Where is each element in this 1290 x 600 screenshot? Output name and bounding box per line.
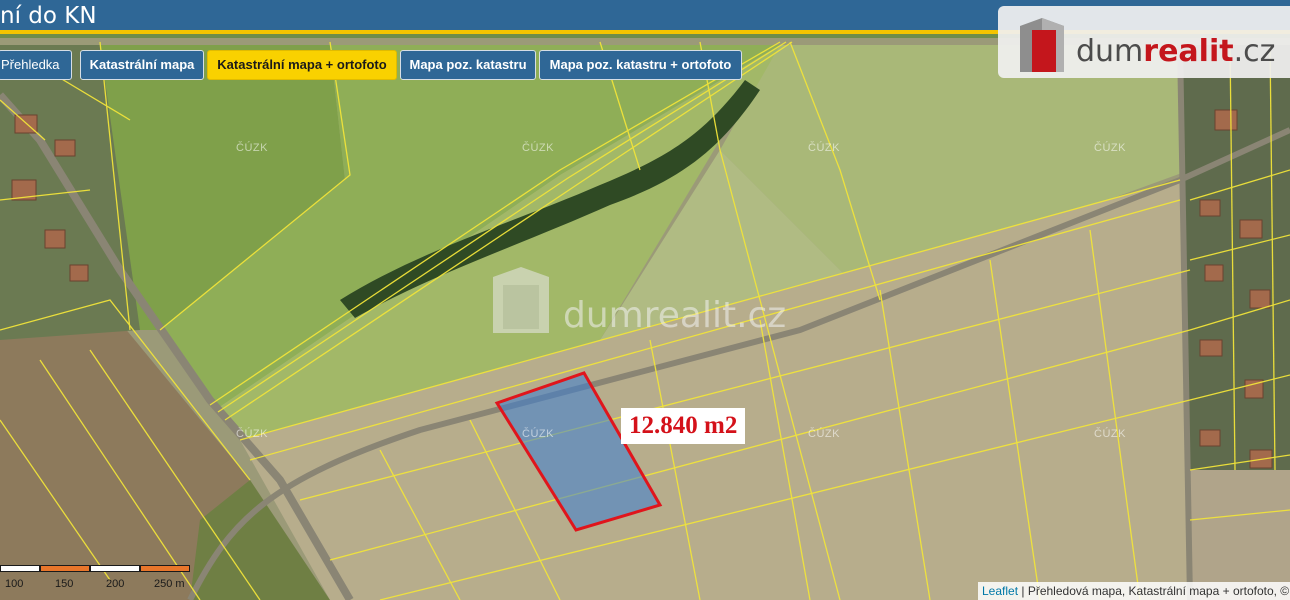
scale-label: 250 m	[154, 578, 185, 590]
scale-label: 100	[5, 578, 24, 590]
cuzk-label: ČÚZK	[522, 428, 554, 440]
brand-name-prefix: dum	[1076, 34, 1144, 69]
tab-mapa-poz-katastru[interactable]: Mapa poz. katastru	[400, 50, 536, 80]
cuzk-label: ČÚZK	[1094, 428, 1126, 440]
cuzk-label: ČÚZK	[522, 142, 554, 154]
tab-prehledka[interactable]: Přehledka	[0, 50, 72, 80]
brand-logo: dumrealit.cz	[998, 6, 1290, 78]
tab-katastralni-mapa[interactable]: Katastrální mapa	[80, 50, 204, 80]
parcel-area-label: 12.840 m2	[621, 408, 746, 444]
scale-label: 200	[106, 578, 125, 590]
brand-name-suffix: .cz	[1233, 34, 1276, 69]
map-attribution: Leaflet | Přehledová mapa, Katastrální m…	[978, 582, 1290, 600]
tab-katastralni-mapa-ortofoto[interactable]: Katastrální mapa + ortofoto	[207, 50, 397, 80]
leaflet-link[interactable]: Leaflet	[982, 584, 1018, 598]
cuzk-label: ČÚZK	[1094, 142, 1126, 154]
map-scale: 100 150 200 250 m	[0, 565, 200, 600]
attribution-text: Přehledová mapa, Katastrální mapa + orto…	[1027, 584, 1290, 598]
brand-name: dumrealit.cz	[1076, 35, 1275, 69]
cuzk-label: ČÚZK	[808, 428, 840, 440]
building-logo-icon	[493, 267, 549, 333]
scale-label: 150	[55, 578, 74, 590]
watermark-text: dumrealit.cz	[563, 295, 787, 336]
building-logo-icon	[1020, 18, 1064, 72]
scale-segment	[0, 565, 40, 572]
brand-name-accent: realit	[1143, 34, 1234, 69]
scale-segment	[140, 565, 190, 572]
page-title: ní do KN	[0, 3, 97, 29]
cuzk-label: ČÚZK	[236, 428, 268, 440]
scale-segment	[40, 565, 90, 572]
cuzk-label: ČÚZK	[236, 142, 268, 154]
scale-segment	[90, 565, 140, 572]
attribution-separator: |	[1018, 584, 1028, 598]
tab-mapa-poz-katastru-ortofoto[interactable]: Mapa poz. katastru + ortofoto	[539, 50, 742, 80]
cuzk-label: ČÚZK	[808, 142, 840, 154]
